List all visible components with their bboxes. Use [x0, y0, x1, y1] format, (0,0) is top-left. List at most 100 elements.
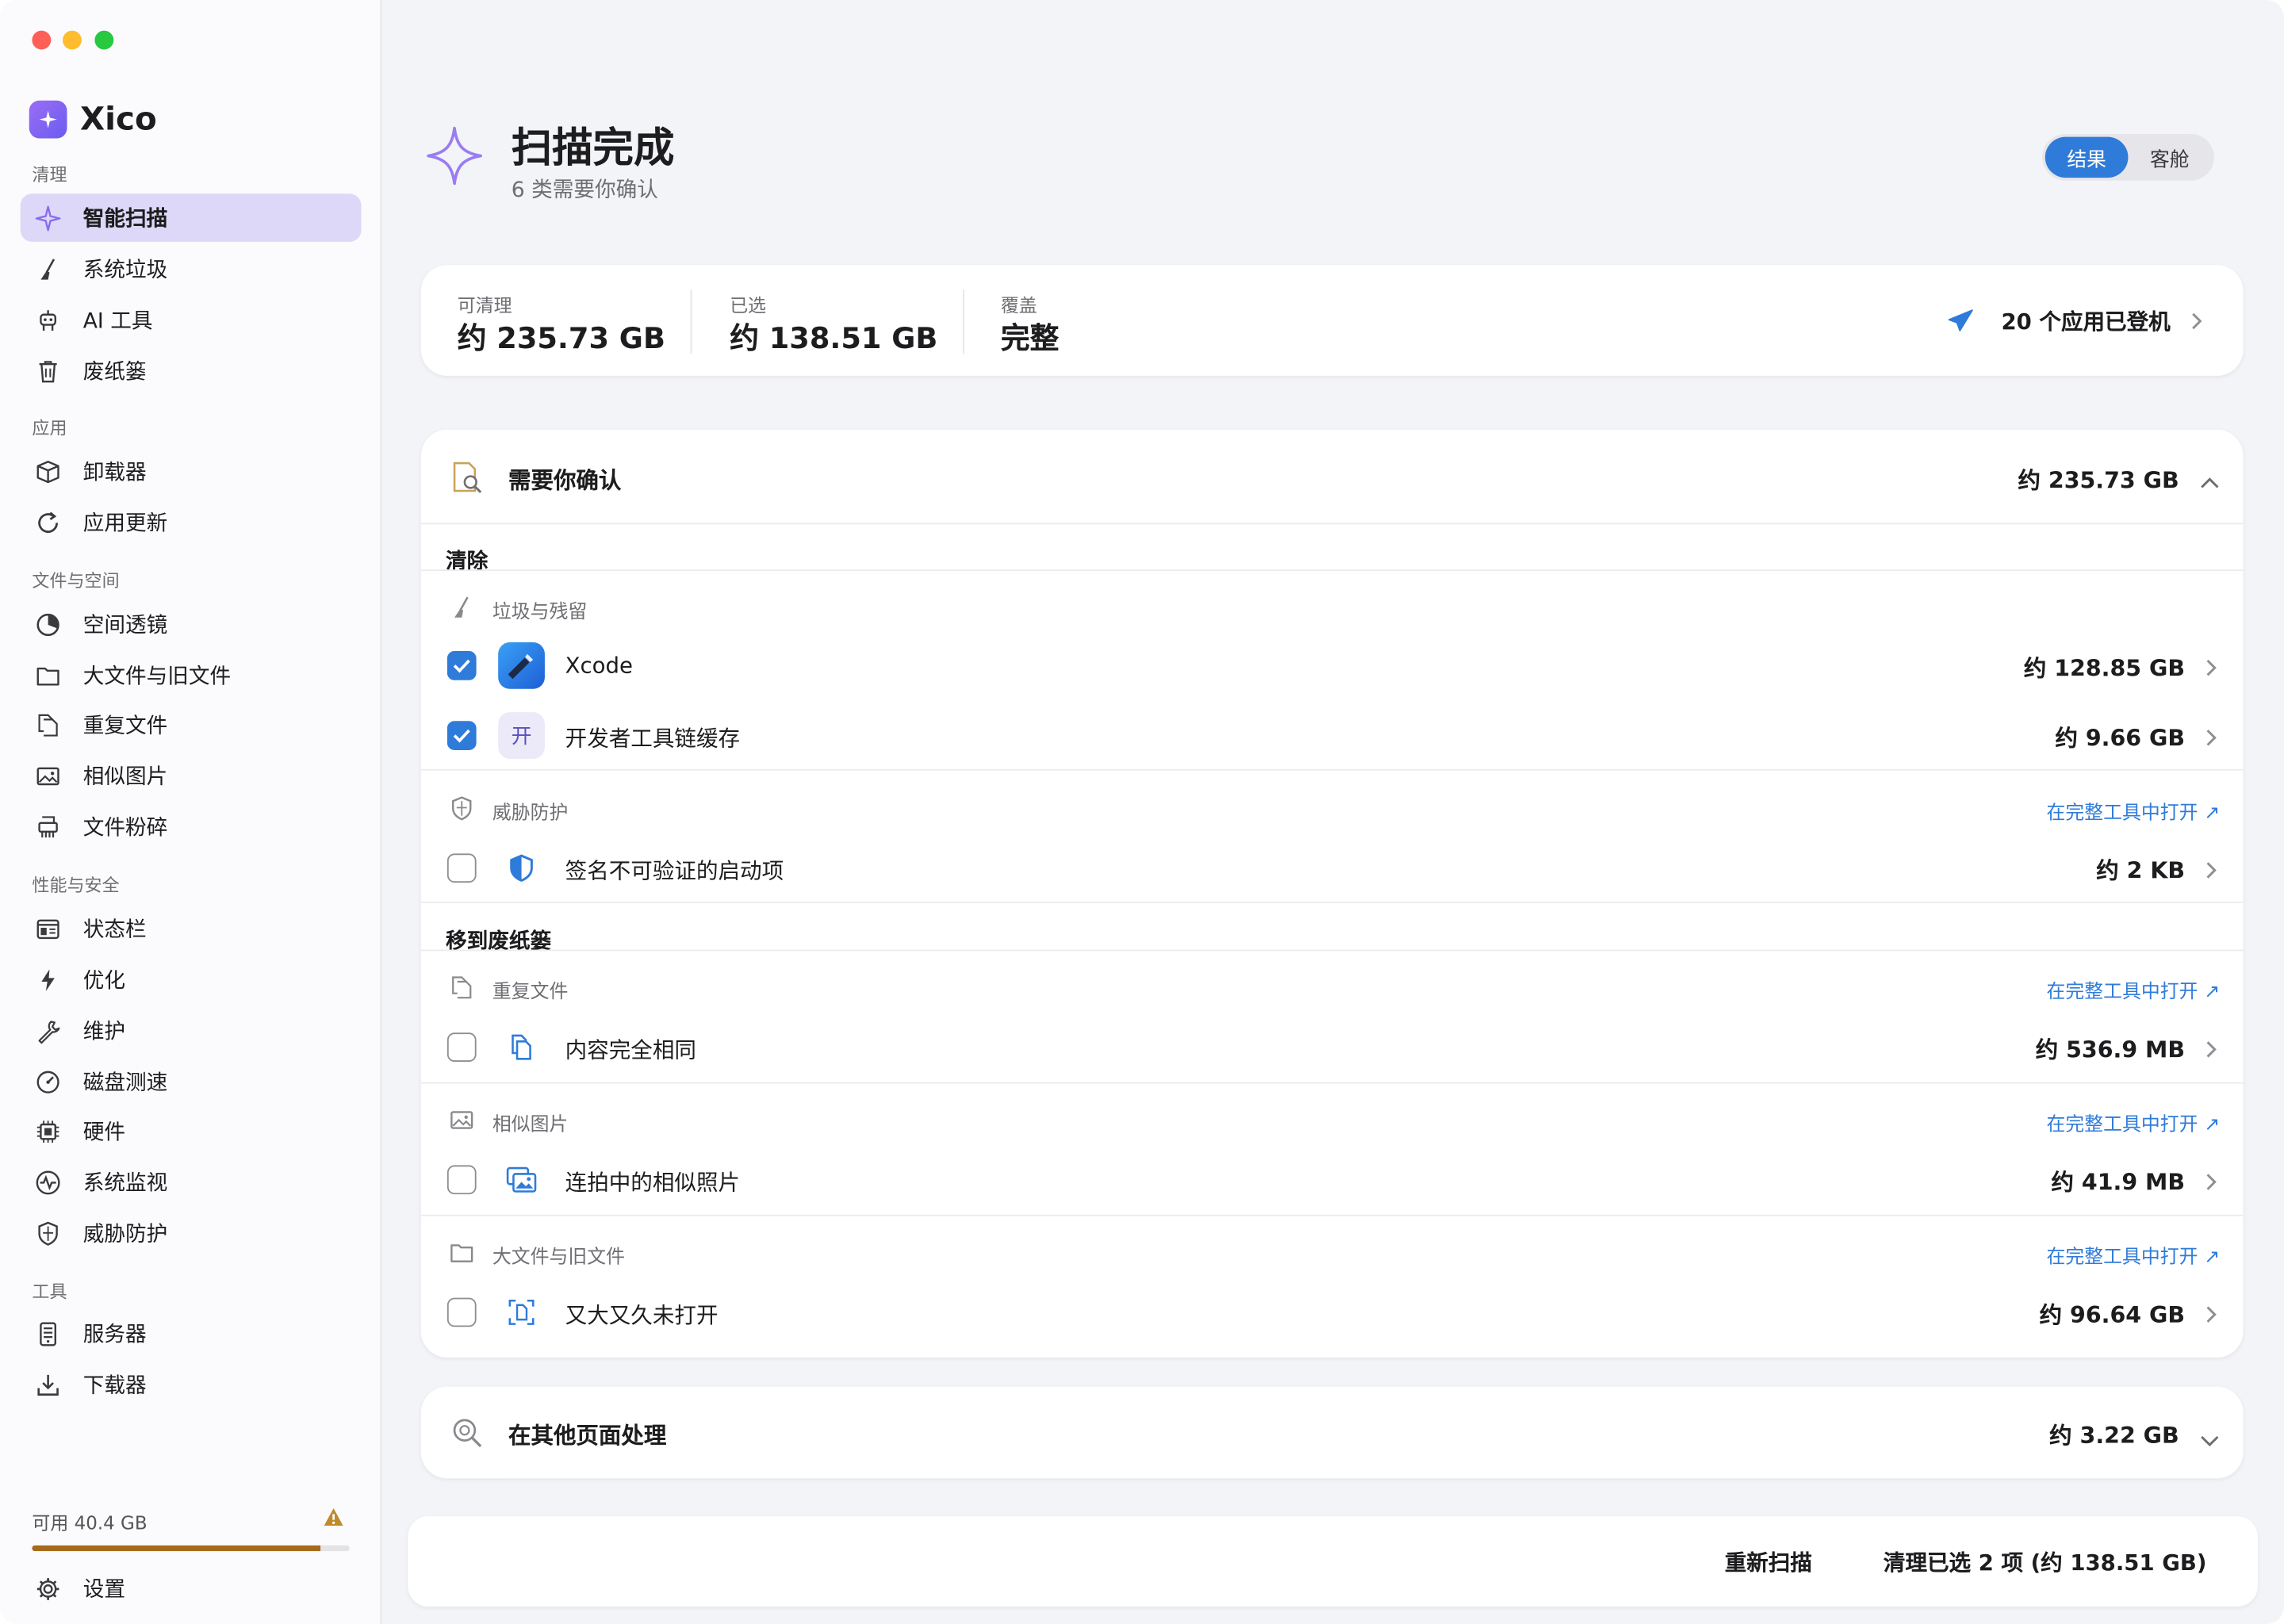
apps-landed-label: 20 个应用已登机: [2001, 308, 2171, 335]
sidebar-item-label: 服务器: [82, 1323, 147, 1348]
sidebar-item-uninstaller[interactable]: 卸载器: [21, 447, 362, 496]
sidebar-item-label: 智能扫描: [82, 208, 168, 232]
sidebar-item-label: 设置: [82, 1579, 125, 1603]
chevron-right-icon[interactable]: [2205, 858, 2220, 879]
rescan-button[interactable]: 重新扫描: [1725, 1547, 1812, 1578]
open-in-full-tool-link[interactable]: 在完整工具中打开 ↗: [2046, 1241, 2220, 1269]
section-title-files: 文件与空间: [32, 571, 120, 592]
divider: [420, 949, 2244, 952]
sidebar-item-menubar[interactable]: 状态栏: [21, 905, 362, 953]
broom-icon: [447, 593, 477, 622]
broom-icon: [32, 253, 63, 285]
item-size: 约 128.85 GB: [2023, 655, 2186, 682]
view-segmented-control: 结果 客舱: [2042, 133, 2214, 181]
folder-icon: [32, 659, 63, 691]
section-title-apps: 应用: [32, 418, 67, 439]
item-checkbox-dev-toolchain[interactable]: [446, 721, 477, 750]
sidebar-item-space-lens[interactable]: 空间透镜: [21, 600, 362, 649]
close-window-button[interactable]: [32, 30, 52, 50]
photo-icon: [32, 760, 63, 791]
clean-selected-button[interactable]: 清理已选 2 项 (约 138.51 GB): [1884, 1547, 2207, 1578]
chevron-right-icon[interactable]: [2205, 656, 2220, 676]
sidebar-item-ai-tools[interactable]: AI 工具: [21, 296, 362, 344]
sidebar-item-label: 下载器: [82, 1374, 147, 1399]
sidebar-item-hardware[interactable]: 硬件: [21, 1107, 362, 1155]
bolt-icon: [32, 963, 63, 995]
other-pages-card[interactable]: 在其他页面处理 约 3.22 GB: [420, 1386, 2244, 1479]
sidebar-item-trash[interactable]: 废纸篓: [21, 347, 362, 395]
docs-icon: [498, 1024, 545, 1071]
shredder-icon: [32, 810, 63, 842]
sidebar-item-app-updates[interactable]: 应用更新: [21, 498, 362, 546]
section-title-tools: 工具: [32, 1281, 67, 1303]
sidebar-item-optimize[interactable]: 优化: [21, 956, 362, 1004]
apps-landed-link[interactable]: 20 个应用已登机: [1946, 306, 2202, 337]
open-in-full-tool-link[interactable]: 在完整工具中打开 ↗: [2046, 797, 2220, 825]
page-title: 扫描完成: [511, 124, 675, 172]
sidebar-item-server[interactable]: 服务器: [21, 1309, 362, 1358]
chevron-up-icon[interactable]: [2199, 468, 2220, 496]
shield-icon: [447, 794, 477, 823]
app-name: Xico: [80, 101, 157, 138]
other-pages-title: 在其他页面处理: [508, 1423, 667, 1450]
sidebar-item-threat-protection[interactable]: 威胁防护: [21, 1209, 362, 1258]
item-checkbox-identical-content[interactable]: [446, 1032, 477, 1063]
sidebar-item-system-junk[interactable]: 系统垃圾: [21, 245, 362, 293]
chevron-right-icon[interactable]: [2205, 1037, 2220, 1058]
sidebar-item-shredder[interactable]: 文件粉碎: [21, 802, 362, 851]
open-in-full-tool-link[interactable]: 在完整工具中打开 ↗: [2046, 1109, 2220, 1136]
divider: [420, 1214, 2244, 1216]
divider: [420, 768, 2244, 771]
open-link-label: 在完整工具中打开: [2046, 1247, 2198, 1269]
open-in-full-tool-link[interactable]: 在完整工具中打开 ↗: [2046, 976, 2220, 1004]
item-checkbox-xcode[interactable]: [446, 651, 477, 680]
coverage-label: 覆盖: [1000, 294, 1037, 316]
tab-cabin[interactable]: 客舱: [2128, 137, 2211, 178]
robot-icon: [32, 304, 63, 335]
sidebar-item-downloader[interactable]: 下载器: [21, 1361, 362, 1409]
zoom-window-button[interactable]: [94, 30, 114, 50]
sidebar-item-smart-scan[interactable]: 智能扫描: [20, 193, 362, 242]
sidebar-item-label: 硬件: [82, 1121, 125, 1145]
sidebar-item-label: 重复文件: [82, 714, 168, 739]
trash-icon: [32, 354, 63, 386]
tab-results[interactable]: 结果: [2044, 136, 2129, 178]
item-checkbox-large-old[interactable]: [446, 1297, 477, 1327]
chevron-down-icon[interactable]: [2199, 1426, 2220, 1454]
action-bar: 重新扫描 清理已选 2 项 (约 138.51 GB): [408, 1516, 2258, 1607]
shield-half-icon: [498, 845, 545, 891]
item-checkbox-burst-photos[interactable]: [446, 1165, 477, 1195]
sidebar-item-disk-speed[interactable]: 磁盘测速: [21, 1058, 362, 1106]
open-link-label: 在完整工具中打开: [2046, 981, 2198, 1004]
arrow-up-right-icon: ↗: [2204, 981, 2221, 1004]
sidebar-item-label: AI 工具: [82, 310, 153, 334]
minimize-window-button[interactable]: [62, 30, 82, 50]
sidebar-item-label: 维护: [82, 1021, 125, 1044]
category-label: 垃圾与残留: [492, 601, 588, 624]
confirm-size: 约 235.73 GB: [2018, 467, 2179, 494]
item-size: 约 536.9 MB: [2035, 1036, 2186, 1063]
xcode-icon: [498, 642, 545, 689]
section-title-performance: 性能与安全: [32, 875, 120, 896]
page-subtitle: 6 类需要你确认: [511, 178, 658, 203]
item-checkbox-unsigned-launch[interactable]: [446, 853, 477, 883]
sidebar-item-label: 系统监视: [82, 1172, 168, 1196]
sidebar-item-duplicates[interactable]: 重复文件: [21, 700, 362, 749]
arrow-up-right-icon: ↗: [2204, 1114, 2221, 1136]
sidebar-item-similar-photos[interactable]: 相似图片: [21, 752, 362, 800]
category-label: 威胁防护: [492, 802, 569, 825]
photo-icon: [447, 1105, 477, 1135]
main-content: 扫描完成 6 类需要你确认 结果 客舱 可清理 约 235.73 GB 已选 约…: [381, 0, 2284, 1624]
sidebar-item-maintenance[interactable]: 维护: [21, 1006, 362, 1055]
selected-value: 约 138.51 GB: [730, 320, 938, 356]
chevron-right-icon[interactable]: [2205, 726, 2220, 746]
sidebar-item-system-monitor[interactable]: 系统监视: [21, 1158, 362, 1206]
sidebar-item-settings[interactable]: 设置: [21, 1565, 362, 1613]
item-label-xcode: Xcode: [565, 652, 633, 679]
chevron-right-icon[interactable]: [2205, 1302, 2220, 1323]
sidebar-item-large-old-files[interactable]: 大文件与旧文件: [21, 651, 362, 699]
item-label-unsigned-launch: 签名不可验证的启动项: [565, 857, 784, 884]
sidebar-item-label: 威胁防护: [82, 1223, 168, 1247]
sparkle-icon: [32, 201, 63, 233]
chevron-right-icon[interactable]: [2205, 1170, 2220, 1190]
